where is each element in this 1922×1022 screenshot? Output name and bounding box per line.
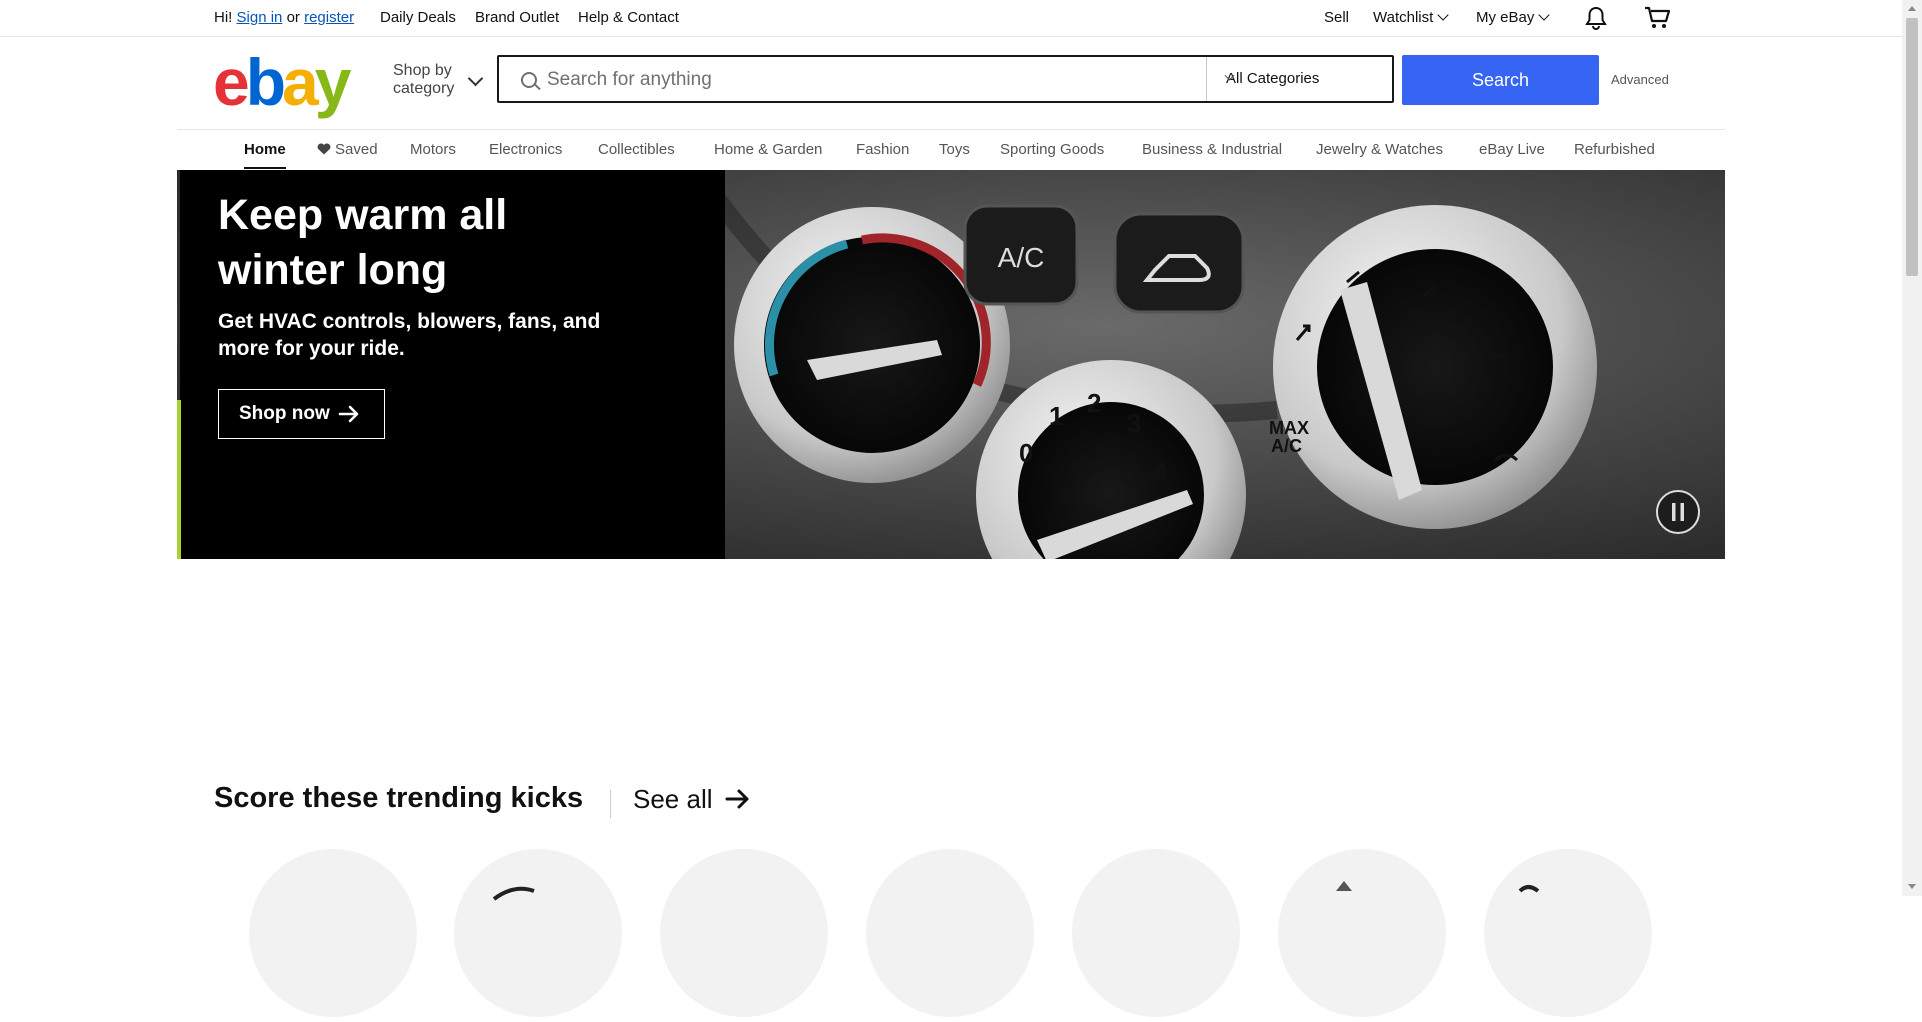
daily-deals-link[interactable]: Daily Deals [380, 9, 456, 26]
sneaker-icon [1336, 881, 1352, 891]
nav-item-saved[interactable]: Saved [317, 141, 378, 158]
scroll-up-icon[interactable] [1908, 6, 1916, 11]
sign-in-link[interactable]: Sign in [237, 9, 283, 26]
category-select-value: All Categories [1226, 70, 1320, 87]
shop-by-label: Shop by [393, 62, 452, 79]
arrow-right-icon [725, 789, 749, 809]
nav-item-sporting-goods[interactable]: Sporting Goods [1000, 141, 1104, 158]
fan-dial-1: 1 [1049, 401, 1063, 431]
fan-dial-3: 3 [1127, 408, 1141, 438]
shop-now-label: Shop now [239, 403, 330, 424]
nav-item-toys[interactable]: Toys [939, 141, 970, 158]
fan-dial-2: 2 [1087, 388, 1101, 418]
max-ac-label: A/C [1271, 436, 1302, 456]
scrollbar-thumb[interactable] [1906, 18, 1918, 276]
sneaker-category-circle[interactable] [660, 849, 828, 1017]
nav-item-fashion[interactable]: Fashion [856, 141, 909, 158]
shop-by-category-button[interactable]: Shop by category [393, 62, 484, 98]
pause-carousel-button[interactable] [1656, 490, 1700, 534]
nav-item-business-industrial[interactable]: Business & Industrial [1142, 141, 1282, 158]
hero-title: Keep warm all winter long [218, 191, 508, 294]
logo-letter-a: a [282, 45, 319, 119]
active-tab-indicator [244, 167, 286, 169]
nav-item-ebay-live[interactable]: eBay Live [1479, 141, 1545, 158]
nav-item-motors[interactable]: Motors [410, 141, 456, 158]
divider [610, 790, 611, 818]
watchlist-menu[interactable]: Watchlist [1373, 9, 1449, 26]
sneaker-category-circle[interactable] [1072, 849, 1240, 1017]
fan-dial-0: 0 [1019, 438, 1033, 468]
cart-icon[interactable] [1643, 5, 1671, 36]
sneaker-category-circle[interactable] [866, 849, 1034, 1017]
help-contact-link[interactable]: Help & Contact [578, 9, 679, 26]
sneaker-category-circle[interactable] [249, 849, 417, 1017]
search-box: All Categories [497, 55, 1394, 103]
chevron-down-icon [1437, 9, 1449, 21]
search-input[interactable] [545, 65, 1249, 95]
chevron-down-icon [1538, 9, 1551, 21]
page-scrollbar[interactable] [1902, 0, 1922, 896]
top-utility-bar: Hi! Sign in or register Daily Deals Bran… [0, 0, 1902, 37]
logo-letter-b: b [245, 45, 286, 119]
nav-item-home[interactable]: Home [244, 141, 286, 158]
brand-outlet-link[interactable]: Brand Outlet [475, 9, 559, 26]
register-link[interactable]: register [304, 9, 354, 26]
fan-dial-4: 4 [1153, 456, 1168, 486]
chevron-down-icon [467, 70, 484, 87]
sneaker-category-circle[interactable] [454, 849, 622, 1017]
hero-subtitle: Get HVAC controls, blowers, fans, and mo… [218, 310, 601, 360]
sell-link[interactable]: Sell [1324, 9, 1349, 26]
logo-letter-e: e [213, 45, 250, 119]
ebay-logo[interactable]: ebay [213, 49, 351, 115]
nav-item-saved-label: Saved [335, 141, 378, 158]
pause-icon [1672, 503, 1684, 521]
section-title: Score these trending kicks [214, 782, 584, 814]
shop-now-button[interactable]: Shop now [218, 389, 385, 439]
arrow-right-icon [338, 405, 359, 423]
see-all-label: See all [633, 784, 713, 814]
sneaker-category-circle[interactable] [1484, 849, 1652, 1017]
search-button[interactable]: Search [1402, 55, 1599, 105]
category-nav: Home Saved Motors Electronics Collectibl… [177, 129, 1725, 170]
sneaker-category-circle[interactable] [1278, 849, 1446, 1017]
max-label: MAX [1269, 418, 1309, 438]
greeting: Hi! Sign in or register [214, 9, 354, 26]
or-text: or [286, 9, 300, 26]
see-all-link[interactable]: See all [633, 784, 752, 815]
bell-icon[interactable] [1583, 5, 1609, 36]
my-ebay-label: My eBay [1476, 9, 1535, 26]
nav-item-electronics[interactable]: Electronics [489, 141, 562, 158]
sneaker-icon [1518, 885, 1540, 893]
my-ebay-menu[interactable]: My eBay [1476, 9, 1551, 26]
heart-icon [317, 143, 331, 155]
scroll-down-icon[interactable] [1908, 884, 1916, 889]
advanced-search-link[interactable]: Advanced [1611, 72, 1669, 87]
ac-button-text: A/C [998, 242, 1045, 273]
hero-accent-bar [177, 400, 181, 559]
category-select[interactable]: All Categories [1206, 57, 1395, 101]
nav-item-collectibles[interactable]: Collectibles [598, 141, 675, 158]
nav-item-jewelry-watches[interactable]: Jewelry & Watches [1316, 141, 1443, 158]
greeting-text: Hi! [214, 9, 233, 26]
nav-item-refurbished[interactable]: Refurbished [1574, 141, 1655, 158]
watchlist-label: Watchlist [1373, 9, 1434, 26]
search-icon [521, 72, 537, 88]
category-label: category [393, 80, 455, 97]
nav-item-home-garden[interactable]: Home & Garden [714, 141, 822, 158]
sneaker-icon [492, 886, 535, 901]
logo-letter-y: y [314, 45, 352, 119]
